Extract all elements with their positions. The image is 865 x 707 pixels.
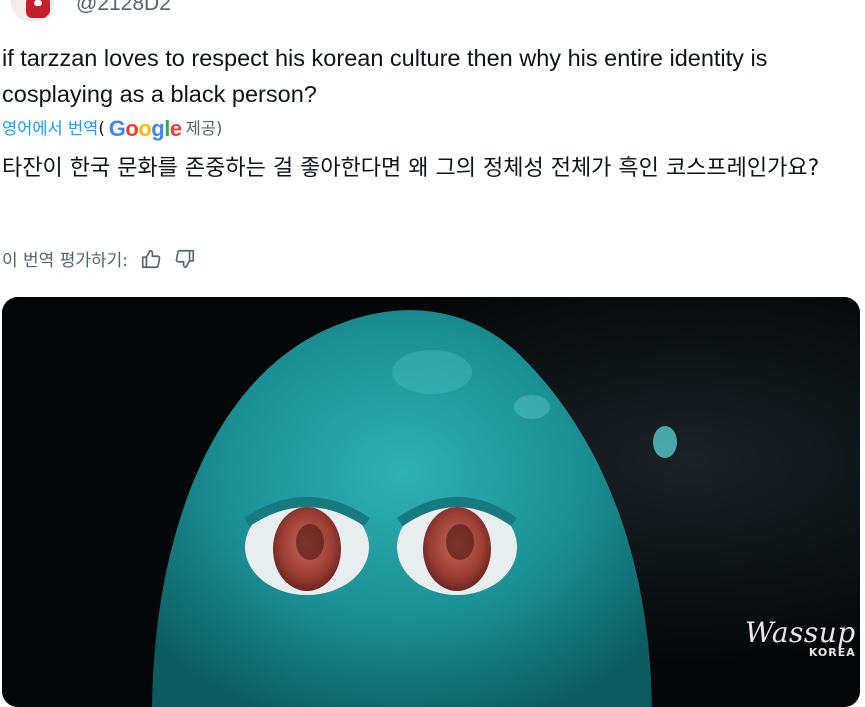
thumbs-down-icon[interactable] — [174, 248, 196, 270]
google-logo-letter: e — [169, 116, 182, 141]
google-logo-letter: g — [151, 116, 165, 141]
rate-translation: 이 번역 평가하기: — [2, 246, 196, 271]
google-logo-letter: o — [138, 116, 152, 141]
avatar-graphic-detail — [34, 0, 42, 6]
translation-attribution: 영어에서 번역(Google 제공) — [2, 116, 222, 142]
watermark-brand: Wassup — [745, 616, 856, 649]
google-logo-letter: o — [125, 116, 139, 141]
head-highlight — [514, 395, 550, 419]
sparkle — [653, 426, 677, 458]
avatar[interactable] — [10, 0, 54, 22]
paren-open: ( — [98, 119, 105, 138]
user-handle[interactable]: @2128D2 — [76, 0, 171, 16]
tweet-text: if tarzzan loves to respect his korean c… — [2, 45, 768, 107]
right-eye-pupil — [446, 524, 474, 560]
rate-translation-label: 이 번역 평가하기: — [2, 251, 129, 271]
left-eye-pupil — [296, 524, 324, 560]
translated-text: 타잔이 한국 문화를 존중하는 걸 좋아한다면 왜 그의 정체성 전체가 흑인 … — [2, 156, 820, 181]
thumbs-up-icon[interactable] — [140, 248, 162, 270]
google-logo-letter: G — [108, 116, 126, 141]
watermark-logo: Wassup KOREA — [745, 616, 856, 660]
head-highlight — [392, 350, 472, 394]
tweet-media-image[interactable] — [2, 297, 860, 707]
translated-from-link[interactable]: 영어에서 번역 — [2, 119, 98, 138]
google-logo: Google — [109, 116, 182, 142]
provided-by-label: 제공) — [185, 119, 223, 138]
